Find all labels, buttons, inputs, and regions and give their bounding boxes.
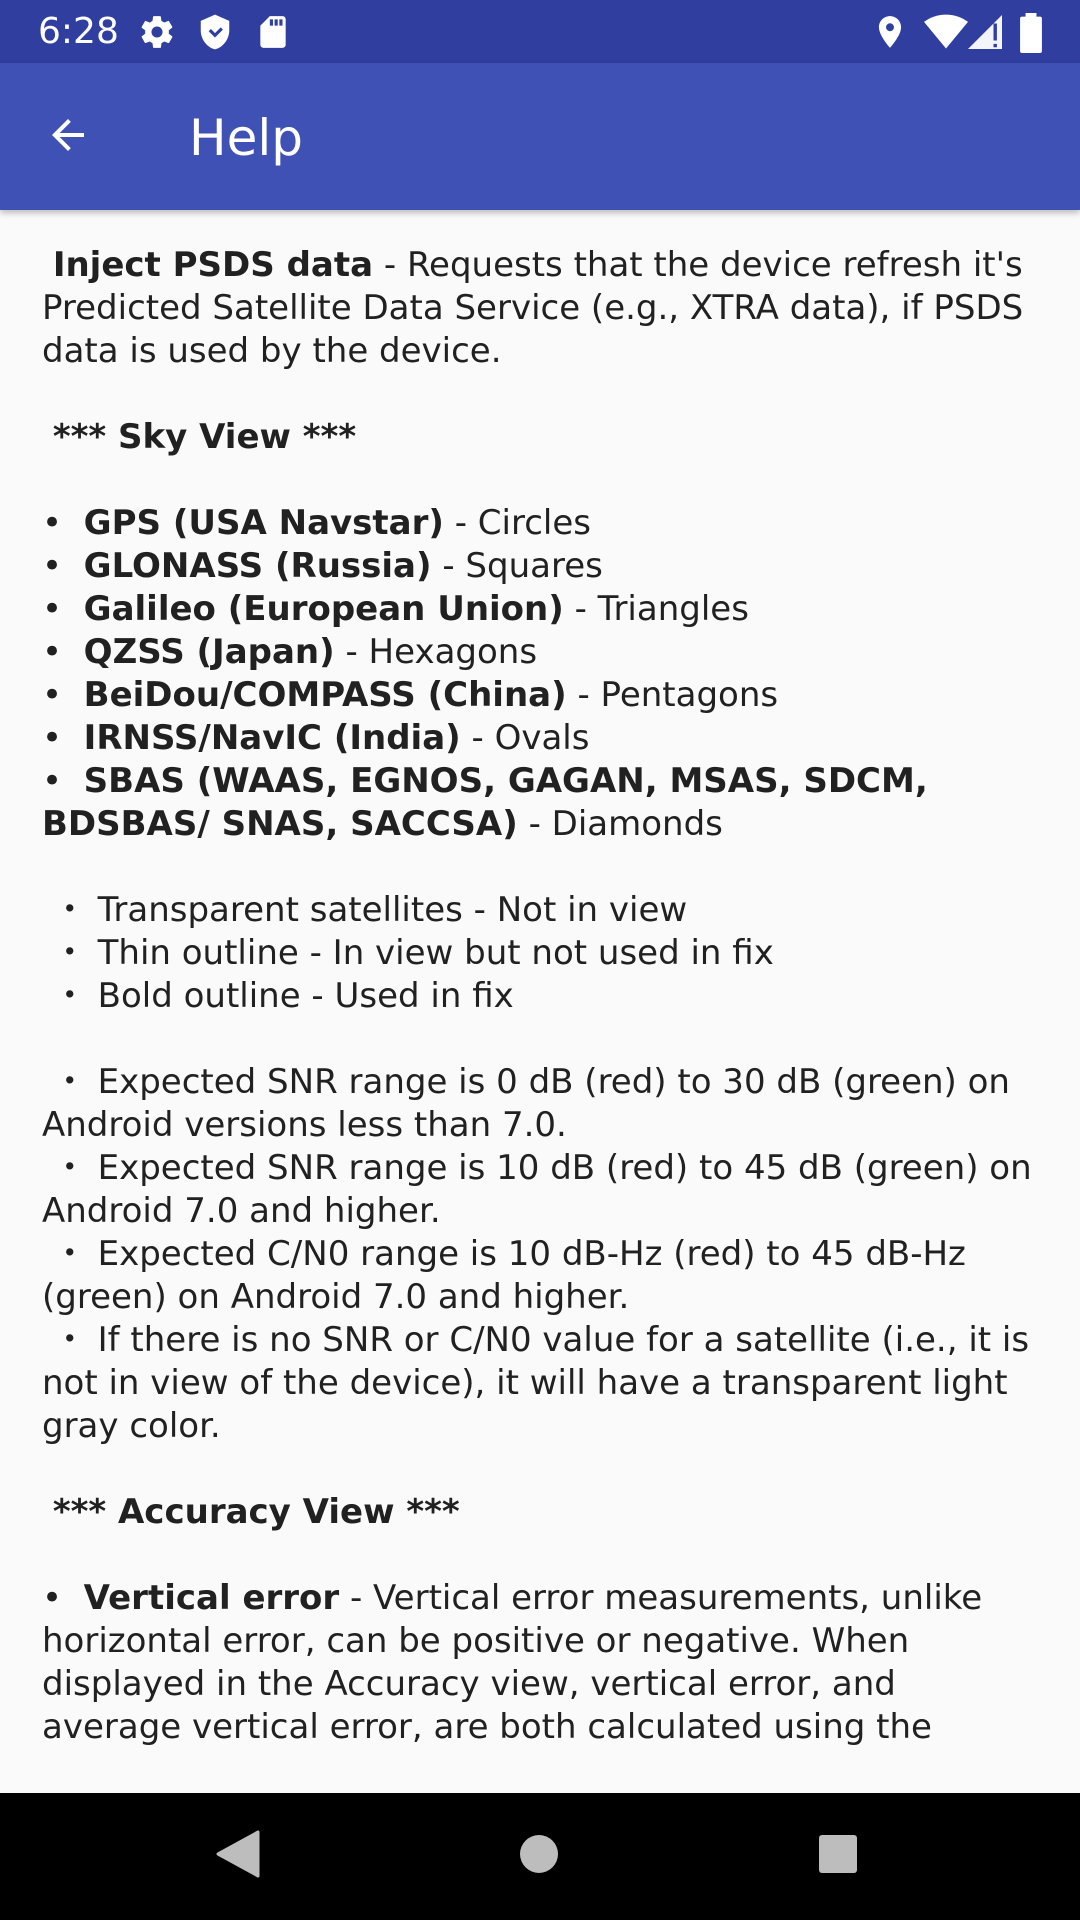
constellation-shape: - Hexagons bbox=[334, 632, 538, 672]
home-circle-icon bbox=[519, 1834, 559, 1879]
constellation-name: IRNSS/NavIC (India) bbox=[83, 718, 461, 758]
snr-note: ・ Expected SNR range is 10 dB (red) to 4… bbox=[42, 1148, 1032, 1231]
battery-icon bbox=[1018, 13, 1044, 53]
snr-note: ・ If there is no SNR or C/N0 value for a… bbox=[42, 1320, 1030, 1446]
constellation-shape: - Triangles bbox=[563, 589, 749, 629]
constellation-shape: - Squares bbox=[431, 546, 603, 586]
page-title: Help bbox=[189, 109, 303, 167]
constellation-item: • GPS (USA Navstar) - Circles bbox=[42, 503, 591, 543]
satellite-state-text: Thin outline - In view but not used in f… bbox=[97, 933, 774, 973]
app-bar: Help bbox=[0, 63, 1080, 210]
snr-note-text: Expected SNR range is 10 dB (red) to 45 … bbox=[42, 1148, 1032, 1231]
constellation-item: • IRNSS/NavIC (India) - Ovals bbox=[42, 718, 590, 758]
location-icon bbox=[871, 13, 909, 51]
shield-icon bbox=[196, 13, 234, 51]
satellite-state-item: ・ Bold outline - Used in fix bbox=[42, 976, 514, 1016]
constellation-name: BeiDou/COMPASS (China) bbox=[83, 675, 567, 715]
recents-square-icon bbox=[818, 1834, 858, 1879]
constellation-item: • Galileo (European Union) - Triangles bbox=[42, 589, 749, 629]
status-bar: 6:28 bbox=[0, 0, 1080, 63]
status-time: 6:28 bbox=[38, 11, 119, 52]
help-content: Inject PSDS data - Requests that the dev… bbox=[42, 244, 1042, 1752]
back-button[interactable] bbox=[22, 91, 114, 183]
nav-home-button[interactable] bbox=[506, 1823, 572, 1889]
constellation-item: • SBAS (WAAS, EGNOS, GAGAN, MSAS, SDCM, … bbox=[42, 761, 928, 844]
snr-note-text: Expected C/N0 range is 10 dB-Hz (red) to… bbox=[42, 1234, 966, 1317]
satellite-state-item: ・ Thin outline - In view but not used in… bbox=[42, 933, 774, 973]
constellation-name: SBAS (WAAS, EGNOS, GAGAN, MSAS, SDCM, BD… bbox=[42, 761, 928, 844]
snr-note: ・ Expected SNR range is 0 dB (red) to 30… bbox=[42, 1062, 1010, 1145]
accuracy-view-heading-text: *** Accuracy View *** bbox=[52, 1492, 460, 1532]
back-triangle-icon bbox=[216, 1830, 260, 1883]
constellation-shape: - Pentagons bbox=[566, 675, 779, 715]
arrow-back-icon bbox=[44, 111, 92, 164]
constellation-item: • QZSS (Japan) - Hexagons bbox=[42, 632, 538, 672]
constellation-name: QZSS (Japan) bbox=[83, 632, 335, 672]
settings-icon bbox=[138, 13, 176, 51]
inject-psds-title: Inject PSDS data bbox=[52, 245, 374, 285]
sky-view-heading-text: *** Sky View *** bbox=[52, 417, 357, 457]
navigation-bar bbox=[0, 1793, 1080, 1920]
snr-note-text: If there is no SNR or C/N0 value for a s… bbox=[42, 1320, 1030, 1446]
snr-note: ・ Expected C/N0 range is 10 dB-Hz (red) … bbox=[42, 1234, 966, 1317]
accuracy-view-heading: *** Accuracy View *** bbox=[42, 1491, 1042, 1534]
snr-note-text: Expected SNR range is 0 dB (red) to 30 d… bbox=[42, 1062, 1010, 1145]
constellation-name: GLONASS (Russia) bbox=[83, 546, 432, 586]
cell-signal-icon bbox=[968, 13, 1002, 51]
constellation-shape: - Ovals bbox=[460, 718, 590, 758]
inject-psds-paragraph: Inject PSDS data - Requests that the dev… bbox=[42, 244, 1042, 373]
constellation-shape: - Circles bbox=[443, 503, 591, 543]
vertical-error-paragraph: • Vertical error - Vertical error measur… bbox=[42, 1577, 1042, 1752]
wifi-icon bbox=[924, 13, 968, 51]
sd-card-icon bbox=[254, 13, 292, 51]
constellation-name: Galileo (European Union) bbox=[83, 589, 564, 629]
satellite-state-item: ・ Transparent satellites - Not in view bbox=[42, 890, 688, 930]
constellation-name: GPS (USA Navstar) bbox=[83, 503, 444, 543]
constellation-shape: - Diamonds bbox=[517, 804, 723, 844]
satellite-state-text: Transparent satellites - Not in view bbox=[97, 890, 688, 930]
nav-back-button[interactable] bbox=[205, 1823, 271, 1889]
nav-recents-button[interactable] bbox=[805, 1823, 871, 1889]
constellation-item: • BeiDou/COMPASS (China) - Pentagons bbox=[42, 675, 779, 715]
satellite-state-text: Bold outline - Used in fix bbox=[97, 976, 514, 1016]
constellation-item: • GLONASS (Russia) - Squares bbox=[42, 546, 603, 586]
vertical-error-title: Vertical error bbox=[83, 1578, 340, 1618]
sky-view-heading: *** Sky View *** bbox=[42, 416, 1042, 459]
